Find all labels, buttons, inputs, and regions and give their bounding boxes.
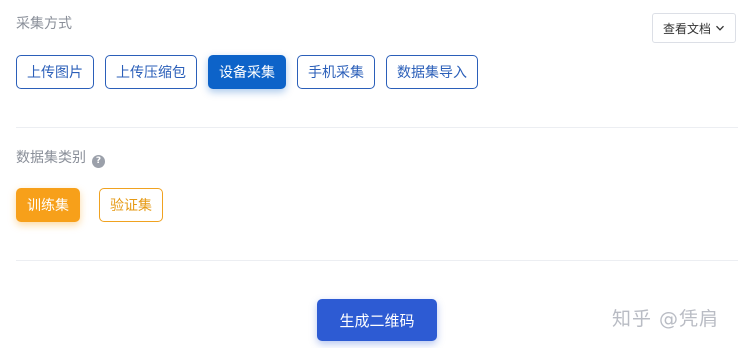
section-divider [16,260,738,261]
dataset-type-heading: 数据集类别? [16,149,105,168]
generate-qr-code-button[interactable]: 生成二维码 [317,299,437,341]
watermark-text: 知乎 @凭肩 [612,308,720,330]
collection-method-label: 采集方式 [16,16,72,32]
dataset-type-group: 训练集 验证集 [16,188,182,222]
dataset-import-button[interactable]: 数据集导入 [386,55,478,89]
upload-image-button[interactable]: 上传图片 [16,55,94,89]
question-circle-icon[interactable]: ? [92,154,105,168]
view-docs-label: 查看文档 [662,21,711,36]
section-divider [16,127,738,128]
view-docs-button[interactable]: 查看文档 [652,13,736,43]
collection-settings-panel: 采集方式 查看文档 上传图片 上传压缩包 设备采集 手机采集 数据集导入 数据集… [0,0,752,348]
validation-set-button[interactable]: 验证集 [99,188,163,222]
device-capture-button[interactable]: 设备采集 [208,55,286,89]
dataset-type-label: 数据集类别 [16,150,86,166]
collection-method-group: 上传图片 上传压缩包 设备采集 手机采集 数据集导入 [16,55,489,89]
chevron-down-icon [716,25,724,31]
training-set-button[interactable]: 训练集 [16,188,80,222]
phone-capture-button[interactable]: 手机采集 [297,55,375,89]
upload-archive-button[interactable]: 上传压缩包 [105,55,197,89]
